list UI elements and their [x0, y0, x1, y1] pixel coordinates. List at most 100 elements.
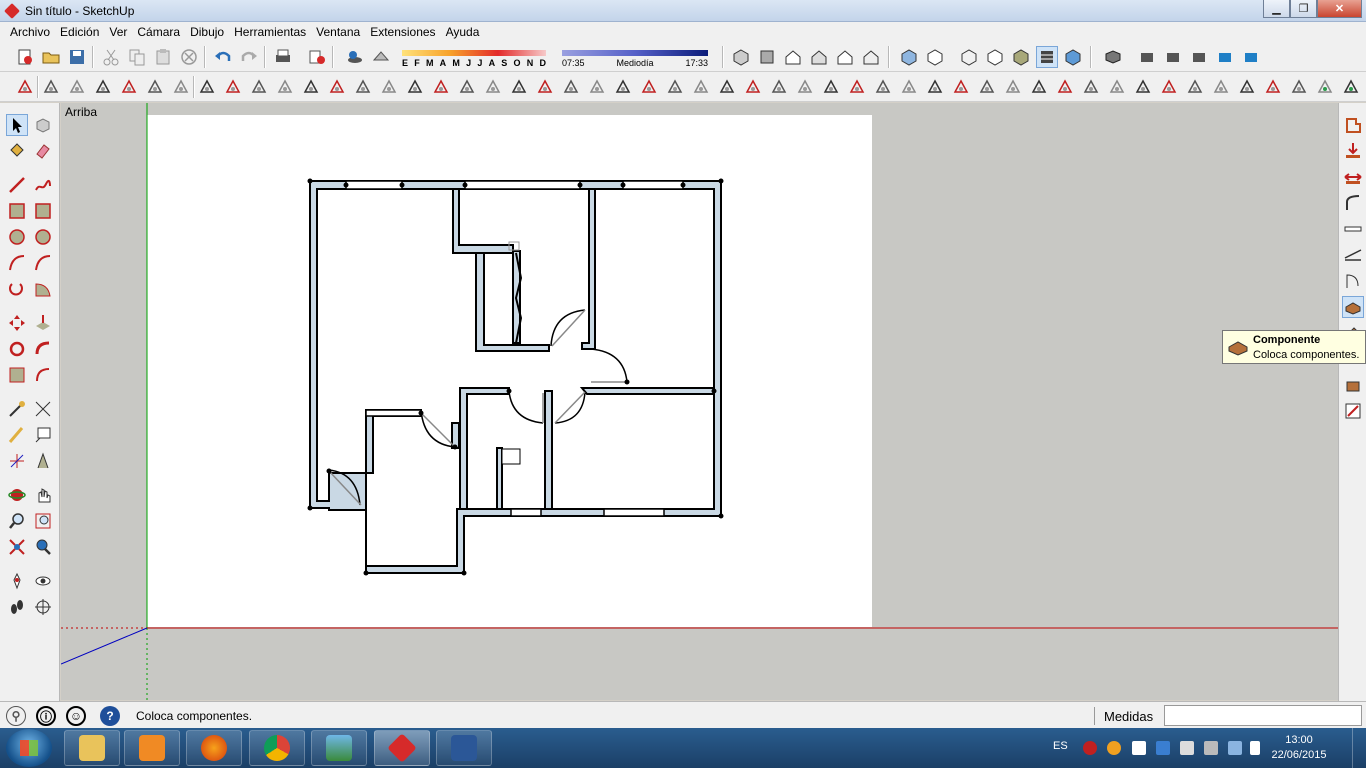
- door-tool-icon[interactable]: [248, 76, 270, 98]
- stair-tool-icon[interactable]: [274, 76, 296, 98]
- tray-network-icon[interactable]: [1228, 741, 1242, 755]
- previous-view-icon[interactable]: [32, 536, 54, 558]
- curve-tool-icon[interactable]: [508, 76, 530, 98]
- iso-view-icon[interactable]: [730, 46, 752, 68]
- push-wall-icon[interactable]: [1342, 140, 1364, 162]
- paste-icon[interactable]: [152, 46, 174, 68]
- walk-icon[interactable]: [6, 596, 28, 618]
- taskbar-sketchup[interactable]: [374, 730, 430, 766]
- left-view-icon[interactable]: [860, 46, 882, 68]
- extrude-tool-icon[interactable]: [456, 76, 478, 98]
- roof-tool-icon[interactable]: [300, 76, 322, 98]
- fog-icon[interactable]: [370, 46, 392, 68]
- copy-icon[interactable]: [126, 46, 148, 68]
- taskbar-firefox[interactable]: [186, 730, 242, 766]
- menu-archivo[interactable]: Archivo: [5, 25, 55, 39]
- tray-dropbox-icon[interactable]: [1156, 741, 1170, 755]
- offset-tool-icon[interactable]: [586, 76, 608, 98]
- geo-location-icon[interactable]: ⚲: [6, 706, 26, 726]
- arc-wall-icon[interactable]: [1342, 192, 1364, 214]
- component-placer-icon[interactable]: [1342, 296, 1364, 318]
- share-model-icon[interactable]: [1162, 46, 1184, 68]
- section-plane-icon[interactable]: [32, 596, 54, 618]
- tray-app-icon[interactable]: [1083, 741, 1097, 755]
- select-icon[interactable]: [6, 114, 28, 136]
- position-camera-icon[interactable]: [6, 570, 28, 592]
- explode-tool-icon[interactable]: [1080, 76, 1102, 98]
- push-pull-icon[interactable]: [32, 312, 54, 334]
- cut-tool-icon[interactable]: [482, 76, 504, 98]
- polygon-icon[interactable]: [32, 226, 54, 248]
- cut-icon[interactable]: [100, 46, 122, 68]
- sandbox-from-scratch-icon[interactable]: [40, 76, 62, 98]
- vertex-tool-icon[interactable]: [1288, 76, 1310, 98]
- fredo-scale-tool-icon[interactable]: [690, 76, 712, 98]
- protractor-icon[interactable]: [6, 424, 28, 446]
- eraser-icon[interactable]: [32, 140, 54, 162]
- shadow-date-slider[interactable]: E F M A M J J A S O N D: [400, 46, 548, 68]
- mirror-tool-icon[interactable]: [1002, 76, 1024, 98]
- window-tool-icon[interactable]: [222, 76, 244, 98]
- shaded-textures-style-icon[interactable]: [1036, 46, 1058, 68]
- menu-edicion[interactable]: Edición: [55, 25, 104, 39]
- make-component-icon[interactable]: [32, 114, 54, 136]
- grid-tool-icon[interactable]: [950, 76, 972, 98]
- freehand-icon[interactable]: [32, 174, 54, 196]
- shaded-style-icon[interactable]: [1010, 46, 1032, 68]
- furniture-icon[interactable]: [1342, 374, 1364, 396]
- joint-push-pull-icon[interactable]: [716, 76, 738, 98]
- tray-avast-icon[interactable]: [1107, 741, 1121, 755]
- scale-icon[interactable]: [6, 364, 28, 386]
- wall-tool-icon[interactable]: [196, 76, 218, 98]
- flip-edge-icon[interactable]: [170, 76, 192, 98]
- taskbar-word[interactable]: [436, 730, 492, 766]
- cleanup-tool-icon[interactable]: [872, 76, 894, 98]
- warehouse-icon[interactable]: [1136, 46, 1158, 68]
- shadow-time-slider[interactable]: 07:35 Mediodía 17:33: [560, 46, 710, 68]
- modeling-viewport[interactable]: Arriba: [61, 103, 1338, 700]
- wall-width-icon[interactable]: [1342, 166, 1364, 188]
- delete-icon[interactable]: [178, 46, 200, 68]
- move-icon[interactable]: [6, 312, 28, 334]
- sandbox-from-contours-icon[interactable]: [14, 76, 36, 98]
- text-icon[interactable]: [32, 424, 54, 446]
- taskbar-explorer[interactable]: [64, 730, 120, 766]
- circle-icon[interactable]: [6, 226, 28, 248]
- menu-ver[interactable]: Ver: [104, 25, 132, 39]
- top-view-icon[interactable]: [756, 46, 778, 68]
- spline-tool-icon[interactable]: [534, 76, 556, 98]
- wireframe-style-icon[interactable]: [958, 46, 980, 68]
- drape-icon[interactable]: [118, 76, 140, 98]
- zoom-window-icon[interactable]: [32, 510, 54, 532]
- print-icon[interactable]: [272, 46, 294, 68]
- lines-to-tubes-icon[interactable]: [820, 76, 842, 98]
- 3d-text-icon[interactable]: [32, 450, 54, 472]
- rectangle-icon[interactable]: [6, 200, 28, 222]
- stretch-tool-icon[interactable]: [1132, 76, 1154, 98]
- look-around-icon[interactable]: [32, 570, 54, 592]
- offset-icon[interactable]: [32, 364, 54, 386]
- zoom-icon[interactable]: [6, 510, 28, 532]
- menu-extensiones[interactable]: Extensiones: [365, 25, 440, 39]
- back-view-icon[interactable]: [834, 46, 856, 68]
- stamp-icon[interactable]: [92, 76, 114, 98]
- bezier-tool-icon[interactable]: [560, 76, 582, 98]
- credits-icon[interactable]: ⓘ: [36, 706, 56, 726]
- follow-me-icon[interactable]: [32, 338, 54, 360]
- twist-tool-icon[interactable]: [1184, 76, 1206, 98]
- align-tool-icon[interactable]: [1028, 76, 1050, 98]
- beam-tool-icon[interactable]: [352, 76, 374, 98]
- array-tool-icon[interactable]: [976, 76, 998, 98]
- hidden-line-style-icon[interactable]: [984, 46, 1006, 68]
- slab-tool-icon[interactable]: [378, 76, 400, 98]
- instructor-help-icon[interactable]: ?: [100, 706, 120, 726]
- component-icon[interactable]: [1102, 46, 1124, 68]
- model-info-icon[interactable]: [306, 46, 328, 68]
- add-detail-icon[interactable]: [144, 76, 166, 98]
- orbit-icon[interactable]: [6, 484, 28, 506]
- minimize-button[interactable]: ▁: [1263, 0, 1290, 18]
- rotate-icon[interactable]: [6, 338, 28, 360]
- dimension-icon[interactable]: [32, 398, 54, 420]
- foot-print-icon[interactable]: [1342, 114, 1364, 136]
- extension-manager-icon[interactable]: [1240, 46, 1262, 68]
